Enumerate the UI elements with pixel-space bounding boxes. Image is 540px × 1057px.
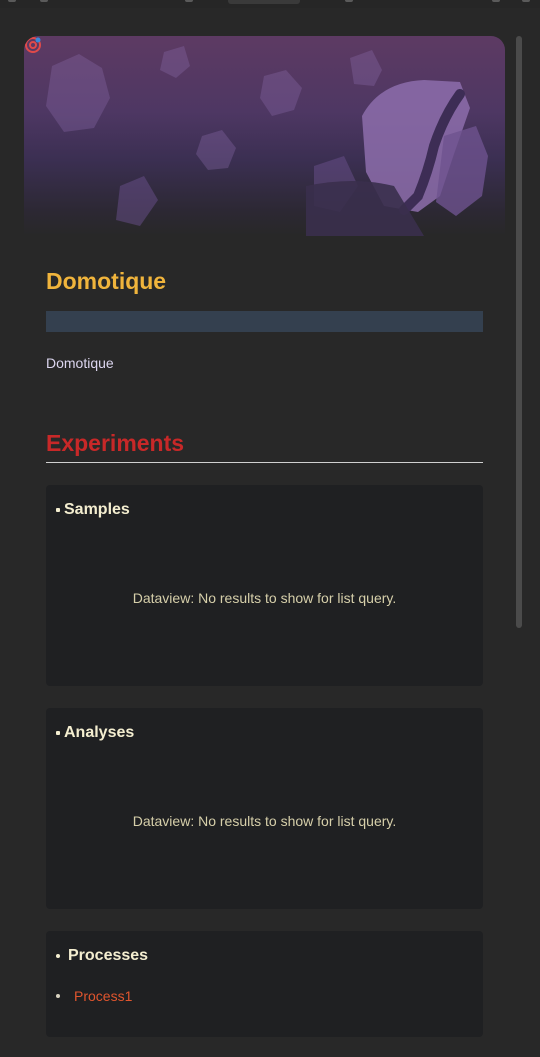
list-item: Process1 xyxy=(56,988,132,1004)
card-title-text: Samples xyxy=(64,501,130,518)
samples-card: Samples Dataview: No results to show for… xyxy=(46,485,483,686)
breadcrumb-segment[interactable] xyxy=(185,0,193,2)
top-toolbar xyxy=(0,0,540,8)
section-divider xyxy=(46,462,483,463)
analyses-card: Analyses Dataview: No results to show fo… xyxy=(46,708,483,909)
card-title[interactable]: Samples xyxy=(56,501,130,519)
card-title[interactable]: Processes xyxy=(56,947,148,965)
bullet-icon xyxy=(56,954,60,958)
back-icon[interactable] xyxy=(8,0,16,2)
card-title-text: Processes xyxy=(68,947,149,964)
target-icon xyxy=(25,37,41,53)
forward-icon[interactable] xyxy=(40,0,48,2)
processes-card: Processes Process1 xyxy=(46,931,483,1037)
section-heading-experiments: Experiments xyxy=(46,430,185,456)
reading-view-icon[interactable] xyxy=(492,0,500,2)
bullet-icon xyxy=(56,731,60,735)
bullet-icon xyxy=(56,994,60,998)
banner-image xyxy=(24,36,505,236)
card-title-text: Analyses xyxy=(64,724,135,741)
page-title: Domotique xyxy=(46,268,167,294)
bullet-icon xyxy=(56,508,60,512)
card-title[interactable]: Analyses xyxy=(56,724,134,742)
banner-artwork xyxy=(46,46,488,236)
more-options-icon[interactable] xyxy=(522,0,530,2)
scrollbar-thumb[interactable] xyxy=(516,36,522,628)
breadcrumb-segment[interactable] xyxy=(345,0,353,2)
title-divider-bar xyxy=(46,311,483,332)
scrollbar[interactable] xyxy=(514,36,524,1046)
page-subtitle: Domotique xyxy=(46,355,114,371)
empty-result-message: Dataview: No results to show for list qu… xyxy=(132,813,397,829)
empty-result-message: Dataview: No results to show for list qu… xyxy=(132,590,397,606)
active-tab[interactable] xyxy=(228,0,300,4)
process-link[interactable]: Process1 xyxy=(74,988,132,1004)
